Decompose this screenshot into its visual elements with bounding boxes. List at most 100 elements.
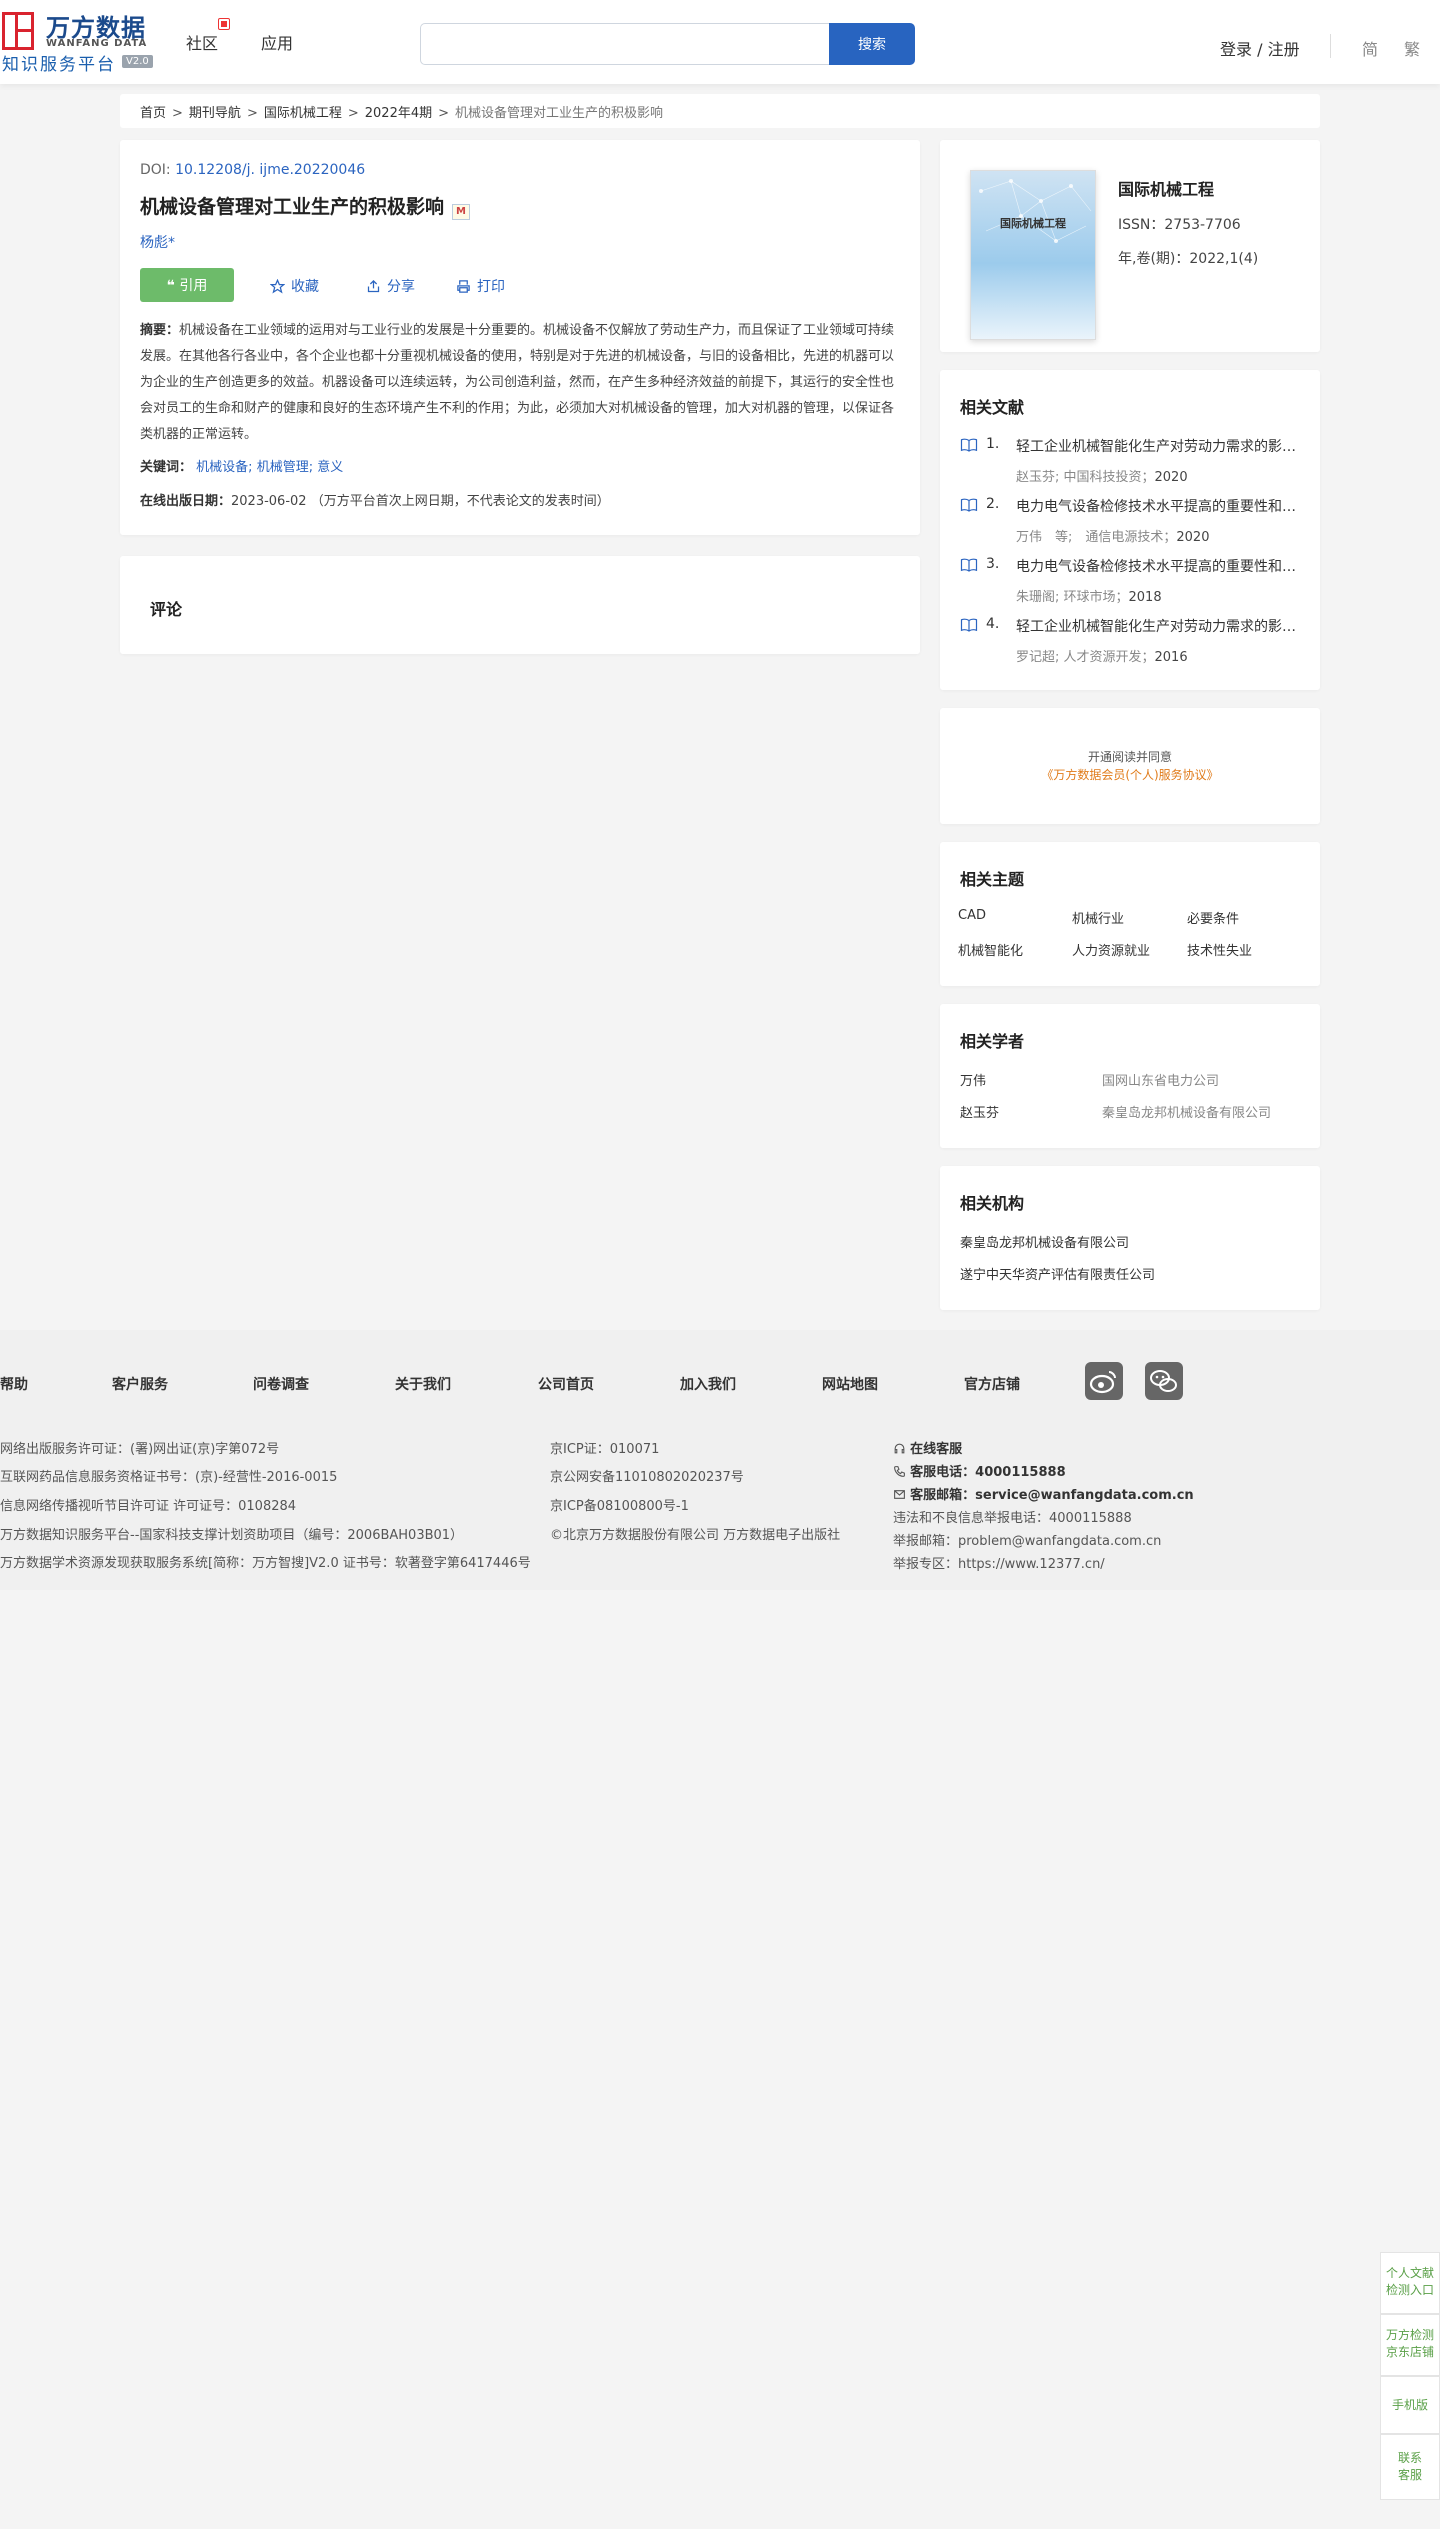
- doi-label: DOI:: [140, 162, 171, 178]
- breadcrumb-home[interactable]: 首页: [140, 106, 166, 121]
- related-doc-year: 2016: [1154, 650, 1188, 665]
- book-icon: [960, 498, 978, 512]
- keyword-link[interactable]: 机械设备: [196, 460, 248, 475]
- journal-cover-image[interactable]: 国际机械工程: [970, 170, 1096, 340]
- scholar-name[interactable]: 赵玉芬: [960, 1102, 999, 1121]
- share-button[interactable]: 分享: [366, 276, 415, 296]
- doi-line: DOI: 10.12208/j. ijme.20220046: [140, 162, 365, 178]
- related-topics-title: 相关主题: [960, 870, 1025, 889]
- breadcrumb-journal-nav[interactable]: 期刊导航: [189, 106, 241, 121]
- related-doc-year: 2018: [1128, 590, 1162, 605]
- jd-store-entry[interactable]: 万方检测 京东店铺: [1380, 2314, 1440, 2376]
- search-button[interactable]: 搜索: [829, 23, 915, 65]
- member-agreement-link[interactable]: 《万方数据会员(个人)服务协议》: [940, 766, 1320, 783]
- share-icon: [367, 279, 380, 293]
- related-doc-title[interactable]: 轻工企业机械智能化生产对劳动力需求的影响研究: [1016, 616, 1306, 636]
- lang-simplified[interactable]: 简: [1362, 36, 1378, 60]
- journal-name-link[interactable]: 国际机械工程: [1118, 176, 1214, 200]
- logo-text-en: WANFANG DATA: [46, 38, 148, 49]
- related-doc-title[interactable]: 电力电气设备检修技术水平提高的重要性和措施: [1016, 556, 1306, 576]
- float-label: 客服: [1397, 2468, 1422, 2482]
- footer-link-store[interactable]: 官方店铺: [964, 1374, 1020, 1394]
- institution-link[interactable]: 遂宁中天华资产评估有限责任公司: [960, 1264, 1155, 1283]
- related-doc-number: 1.: [986, 436, 1000, 452]
- footer-license: 网络出版服务许可证：(署)网出证(京)字第072号: [0, 1442, 280, 1457]
- footer-link-sitemap[interactable]: 网站地图: [822, 1374, 878, 1394]
- related-doc-source: 赵玉芬; 中国科技投资；: [1016, 470, 1155, 485]
- favorite-button[interactable]: 收藏: [269, 276, 319, 296]
- footer-link-about[interactable]: 关于我们: [395, 1374, 451, 1394]
- related-scholars-card: 相关学者 万伟 国网山东省电力公司 赵玉芬 秦皇岛龙邦机械设备有限公司: [940, 1004, 1320, 1148]
- related-doc-meta: 罗记超; 人才资源开发；2016: [1016, 646, 1188, 665]
- institution-link[interactable]: 秦皇岛龙邦机械设备有限公司: [960, 1232, 1129, 1251]
- online-service-label: 在线客服: [910, 1442, 963, 1457]
- pubdate-value: 2023-06-02: [231, 494, 307, 509]
- contact-service-entry[interactable]: 联系 客服: [1380, 2434, 1440, 2500]
- abstract: 摘要：机械设备在工业领域的运用对与工业行业的发展是十分重要的。机械设备不仅解放了…: [140, 318, 900, 448]
- scholar-org: 秦皇岛龙邦机械设备有限公司: [1102, 1106, 1272, 1121]
- related-doc-title[interactable]: 轻工企业机械智能化生产对劳动力需求的影响研究: [1016, 436, 1306, 456]
- cover-title: 国际机械工程: [1000, 217, 1066, 230]
- footer-license: 信息网络传播视听节目许可证 许可证号：0108284: [0, 1499, 297, 1514]
- header-divider: [1330, 34, 1331, 58]
- footer-link-survey[interactable]: 问卷调查: [253, 1374, 309, 1394]
- mobile-version-entry[interactable]: 手机版: [1380, 2376, 1440, 2434]
- breadcrumb-separator: >: [347, 106, 359, 121]
- email-value: service@wanfangdata.com.cn: [975, 1488, 1194, 1503]
- favorite-label: 收藏: [291, 279, 319, 295]
- footer-link-join[interactable]: 加入我们: [680, 1374, 736, 1394]
- phone-icon: [894, 1466, 905, 1477]
- login-register-link[interactable]: 登录 / 注册: [1220, 36, 1300, 60]
- quote-icon: ❝: [166, 278, 175, 294]
- print-button[interactable]: 打印: [456, 276, 505, 296]
- online-service-link[interactable]: 在线客服: [893, 1438, 962, 1457]
- topic-link[interactable]: 人力资源就业: [1072, 940, 1150, 959]
- keyword-link[interactable]: 意义: [317, 460, 343, 475]
- lang-traditional[interactable]: 繁: [1404, 36, 1420, 60]
- breadcrumb-issue[interactable]: 2022年4期: [365, 106, 432, 121]
- scholar-name[interactable]: 万伟: [960, 1070, 986, 1089]
- wechat-icon[interactable]: [1145, 1362, 1183, 1400]
- weibo-icon[interactable]: [1085, 1362, 1123, 1400]
- related-scholars-title: 相关学者: [960, 1032, 1025, 1051]
- topic-link[interactable]: CAD: [958, 908, 986, 923]
- topic-link[interactable]: 必要条件: [1187, 908, 1239, 927]
- related-doc-number: 4.: [986, 616, 1000, 632]
- footer-icp: 京ICP备08100800号-1: [550, 1499, 689, 1514]
- pubdate-label: 在线出版日期：: [140, 494, 232, 509]
- wanfang-logo[interactable]: 万方数据 WANFANG DATA 知识服务平台 V2.0: [0, 8, 160, 75]
- book-icon: [960, 438, 978, 452]
- cite-button[interactable]: ❝ 引用: [140, 268, 234, 302]
- author-link[interactable]: 杨彪*: [140, 232, 175, 252]
- keyword-link[interactable]: 机械管理: [257, 460, 309, 475]
- footer-link-customer-service[interactable]: 客户服务: [112, 1374, 168, 1394]
- float-label: 万方检测: [1385, 2328, 1434, 2342]
- nav-apps[interactable]: 应用: [261, 30, 293, 54]
- topic-link[interactable]: 机械智能化: [958, 940, 1023, 959]
- report-site-link[interactable]: 举报专区：https://www.12377.cn/: [893, 1553, 1105, 1572]
- footer-license: 万方数据学术资源发现获取服务系统[简称：万方智搜]V2.0 证书号：软著登字第6…: [0, 1556, 531, 1571]
- m-badge-icon[interactable]: M: [452, 204, 471, 220]
- footer-link-help[interactable]: 帮助: [0, 1374, 28, 1394]
- book-icon: [960, 558, 978, 572]
- related-doc-meta: 赵玉芬; 中国科技投资；2020: [1016, 466, 1188, 485]
- keyword-separator: ;: [248, 460, 253, 475]
- footer-link-company[interactable]: 公司首页: [538, 1374, 594, 1394]
- report-email: 举报邮箱：problem@wanfangdata.com.cn: [893, 1534, 1162, 1549]
- doi-link[interactable]: 10.12208/j. ijme.20220046: [175, 162, 365, 178]
- breadcrumb-journal[interactable]: 国际机械工程: [264, 106, 342, 121]
- topic-link[interactable]: 技术性失业: [1187, 940, 1252, 959]
- related-doc-title[interactable]: 电力电气设备检修技术水平提高的重要性和措施: [1016, 496, 1306, 516]
- breadcrumb: 首页 > 期刊导航 > 国际机械工程 >2022年4期 > 机械设备管理对工业生产的积极影响: [120, 94, 1320, 128]
- nav-community[interactable]: 社区: [186, 30, 218, 54]
- topic-link[interactable]: 机械行业: [1072, 908, 1124, 927]
- abstract-text: 机械设备在工业领域的运用对与工业行业的发展是十分重要的。机械设备不仅解放了劳动生…: [140, 323, 895, 442]
- cover-network-pattern-icon: [979, 179, 1092, 243]
- footer-license: 万方数据知识服务平台--国家科技支撑计划资助项目（编号：2006BAH03B01…: [0, 1528, 464, 1543]
- search-input[interactable]: [420, 23, 830, 65]
- phone-value: 4000115888: [975, 1465, 1066, 1480]
- related-docs-card: 相关文献 1. 轻工企业机械智能化生产对劳动力需求的影响研究 赵玉芬; 中国科技…: [940, 370, 1320, 690]
- personal-detection-entry[interactable]: 个人文献 检测入口: [1380, 2252, 1440, 2314]
- star-icon: [269, 278, 286, 294]
- related-doc-number: 2.: [986, 496, 1000, 512]
